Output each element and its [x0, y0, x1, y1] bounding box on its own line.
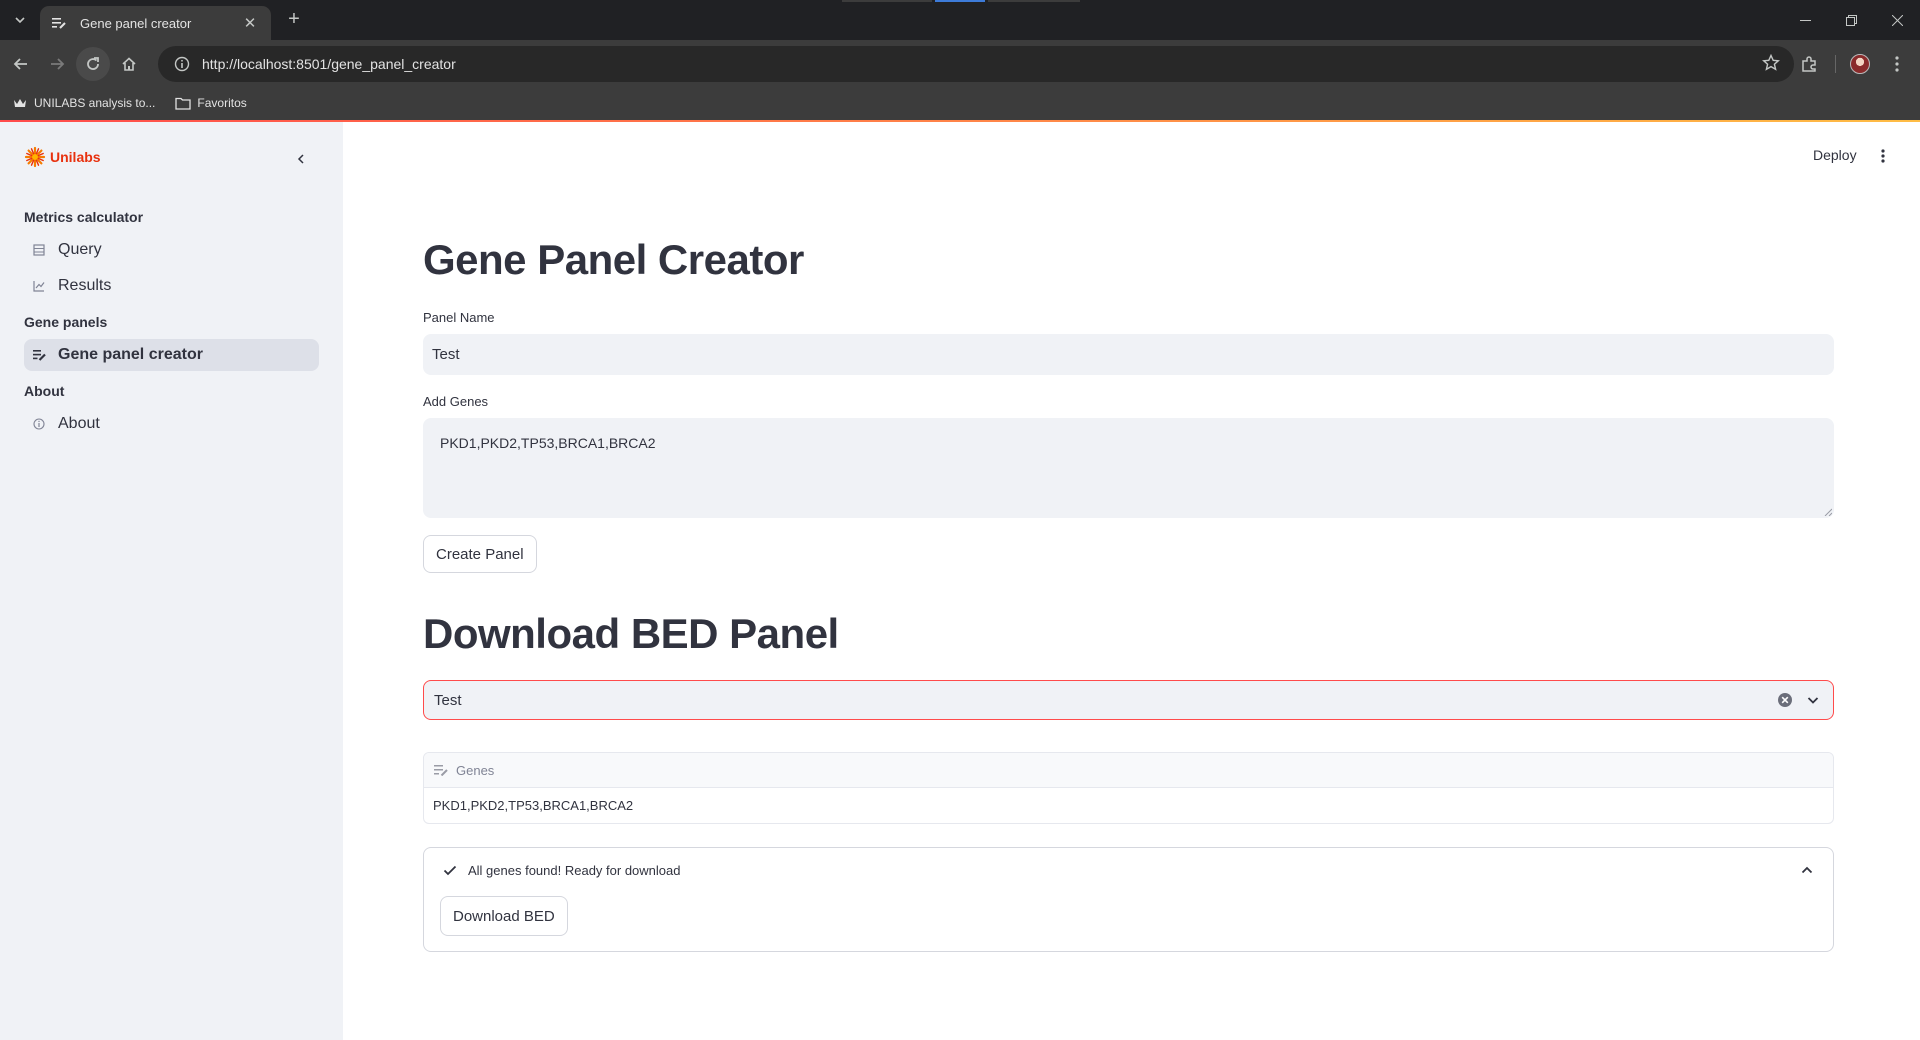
- add-genes-label: Add Genes: [423, 394, 489, 409]
- add-genes-textarea[interactable]: PKD1,PKD2,TP53,BRCA1,BRCA2: [423, 418, 1834, 518]
- panel-name-label: Panel Name: [423, 310, 495, 325]
- window-drag-indicator-active: [935, 0, 985, 2]
- clear-selection-icon[interactable]: [1777, 692, 1793, 708]
- app-menu-icon[interactable]: [1873, 144, 1893, 168]
- sun-logo-icon: [24, 146, 46, 168]
- browser-toolbar: http://localhost:8501/gene_panel_creator: [0, 40, 1920, 86]
- column-header-genes: Genes: [456, 762, 495, 778]
- status-message: All genes found! Ready for download: [468, 862, 681, 878]
- bookmark-label: Favoritos: [197, 96, 247, 110]
- checkmark-icon: [443, 865, 457, 876]
- chart-icon: [32, 279, 46, 293]
- nav-section-about: About: [24, 383, 65, 399]
- minimize-icon[interactable]: [1782, 0, 1828, 40]
- folder-icon: [175, 95, 192, 111]
- main-content: Deploy Gene Panel Creator Panel Name Tes…: [343, 122, 1920, 1040]
- sidebar-item-label: About: [58, 415, 100, 432]
- text-column-icon: [434, 765, 448, 776]
- add-genes-text: PKD1,PKD2,TP53,BRCA1,BRCA2: [440, 435, 656, 451]
- download-section-title: Download BED Panel: [423, 610, 839, 657]
- bookmark-star-icon[interactable]: [1762, 53, 1780, 77]
- page-title: Gene Panel Creator: [423, 236, 804, 283]
- toolbar-separator: [1835, 55, 1836, 73]
- edit-list-icon: [32, 348, 46, 362]
- new-tab-button[interactable]: +: [282, 8, 306, 32]
- panel-select-value: Test: [434, 691, 462, 709]
- create-panel-button[interactable]: Create Panel: [423, 535, 537, 573]
- streamlit-page-icon: [52, 16, 66, 30]
- browser-tabstrip: Gene panel creator ✕ +: [0, 0, 1920, 40]
- deploy-button[interactable]: Deploy: [1813, 147, 1857, 163]
- bookmark-label: UNILABS analysis to...: [34, 96, 156, 110]
- bookmark-unilabs[interactable]: UNILABS analysis to...: [12, 95, 155, 111]
- restore-icon[interactable]: [1828, 0, 1874, 40]
- chevron-up-icon[interactable]: [1799, 862, 1815, 878]
- reload-icon[interactable]: [76, 47, 110, 81]
- browser-tab[interactable]: Gene panel creator ✕: [40, 6, 271, 40]
- sidebar-item-label: Results: [58, 277, 112, 294]
- home-icon[interactable]: [112, 47, 146, 81]
- unilabs-logo: Unilabs: [24, 146, 101, 168]
- window-controls: [1782, 0, 1920, 40]
- back-arrow-icon[interactable]: [4, 47, 38, 81]
- browser-menu-icon[interactable]: [1880, 47, 1914, 81]
- sidebar-item-about[interactable]: About: [24, 408, 319, 440]
- close-tab-icon[interactable]: ✕: [241, 14, 259, 32]
- logo-text: Unilabs: [50, 149, 101, 165]
- site-info-icon[interactable]: [172, 54, 192, 74]
- collapse-sidebar-chevron-icon[interactable]: [288, 146, 314, 172]
- table-icon: [32, 243, 46, 257]
- extensions-puzzle-icon[interactable]: [1792, 47, 1826, 81]
- sidebar-item-results[interactable]: Results: [24, 270, 319, 302]
- sidebar-item-label: Gene panel creator: [58, 346, 203, 363]
- genes-table: Genes PKD1,PKD2,TP53,BRCA1,BRCA2: [423, 752, 1834, 824]
- download-bed-button[interactable]: Download BED: [440, 896, 568, 936]
- expander-header[interactable]: All genes found! Ready for download: [442, 862, 680, 878]
- sidebar-item-label: Query: [58, 241, 102, 258]
- info-icon: [32, 417, 46, 431]
- bookmarks-bar: UNILABS analysis to... Favoritos: [0, 86, 1920, 120]
- chevron-down-icon[interactable]: [1805, 692, 1821, 708]
- sidebar-item-query[interactable]: Query: [24, 234, 319, 266]
- sidebar: Unilabs Metrics calculator Query Results…: [0, 122, 343, 1040]
- window-drag-indicator: [988, 0, 1080, 2]
- table-header[interactable]: Genes: [424, 753, 1833, 788]
- crown-icon: [12, 95, 28, 111]
- url-text[interactable]: http://localhost:8501/gene_panel_creator: [202, 56, 456, 72]
- close-window-icon[interactable]: [1874, 0, 1920, 40]
- address-bar[interactable]: http://localhost:8501/gene_panel_creator: [158, 46, 1794, 82]
- panel-select[interactable]: Test: [423, 680, 1834, 720]
- tab-title: Gene panel creator: [80, 15, 192, 31]
- table-cell[interactable]: PKD1,PKD2,TP53,BRCA1,BRCA2: [424, 788, 1833, 823]
- panel-name-input[interactable]: Test: [423, 334, 1834, 375]
- nav-section-gene-panels: Gene panels: [24, 314, 108, 330]
- resize-handle-icon[interactable]: [1824, 508, 1832, 516]
- nav-section-metrics: Metrics calculator: [24, 209, 144, 225]
- tab-search-icon[interactable]: [6, 8, 34, 32]
- bookmark-folder-favoritos[interactable]: Favoritos: [175, 95, 247, 111]
- window-drag-indicator: [842, 0, 932, 2]
- profile-avatar[interactable]: [1843, 47, 1877, 81]
- sidebar-item-gene-panel-creator[interactable]: Gene panel creator: [24, 339, 319, 371]
- download-status-expander: All genes found! Ready for download Down…: [423, 847, 1834, 952]
- forward-arrow-icon[interactable]: [40, 47, 74, 81]
